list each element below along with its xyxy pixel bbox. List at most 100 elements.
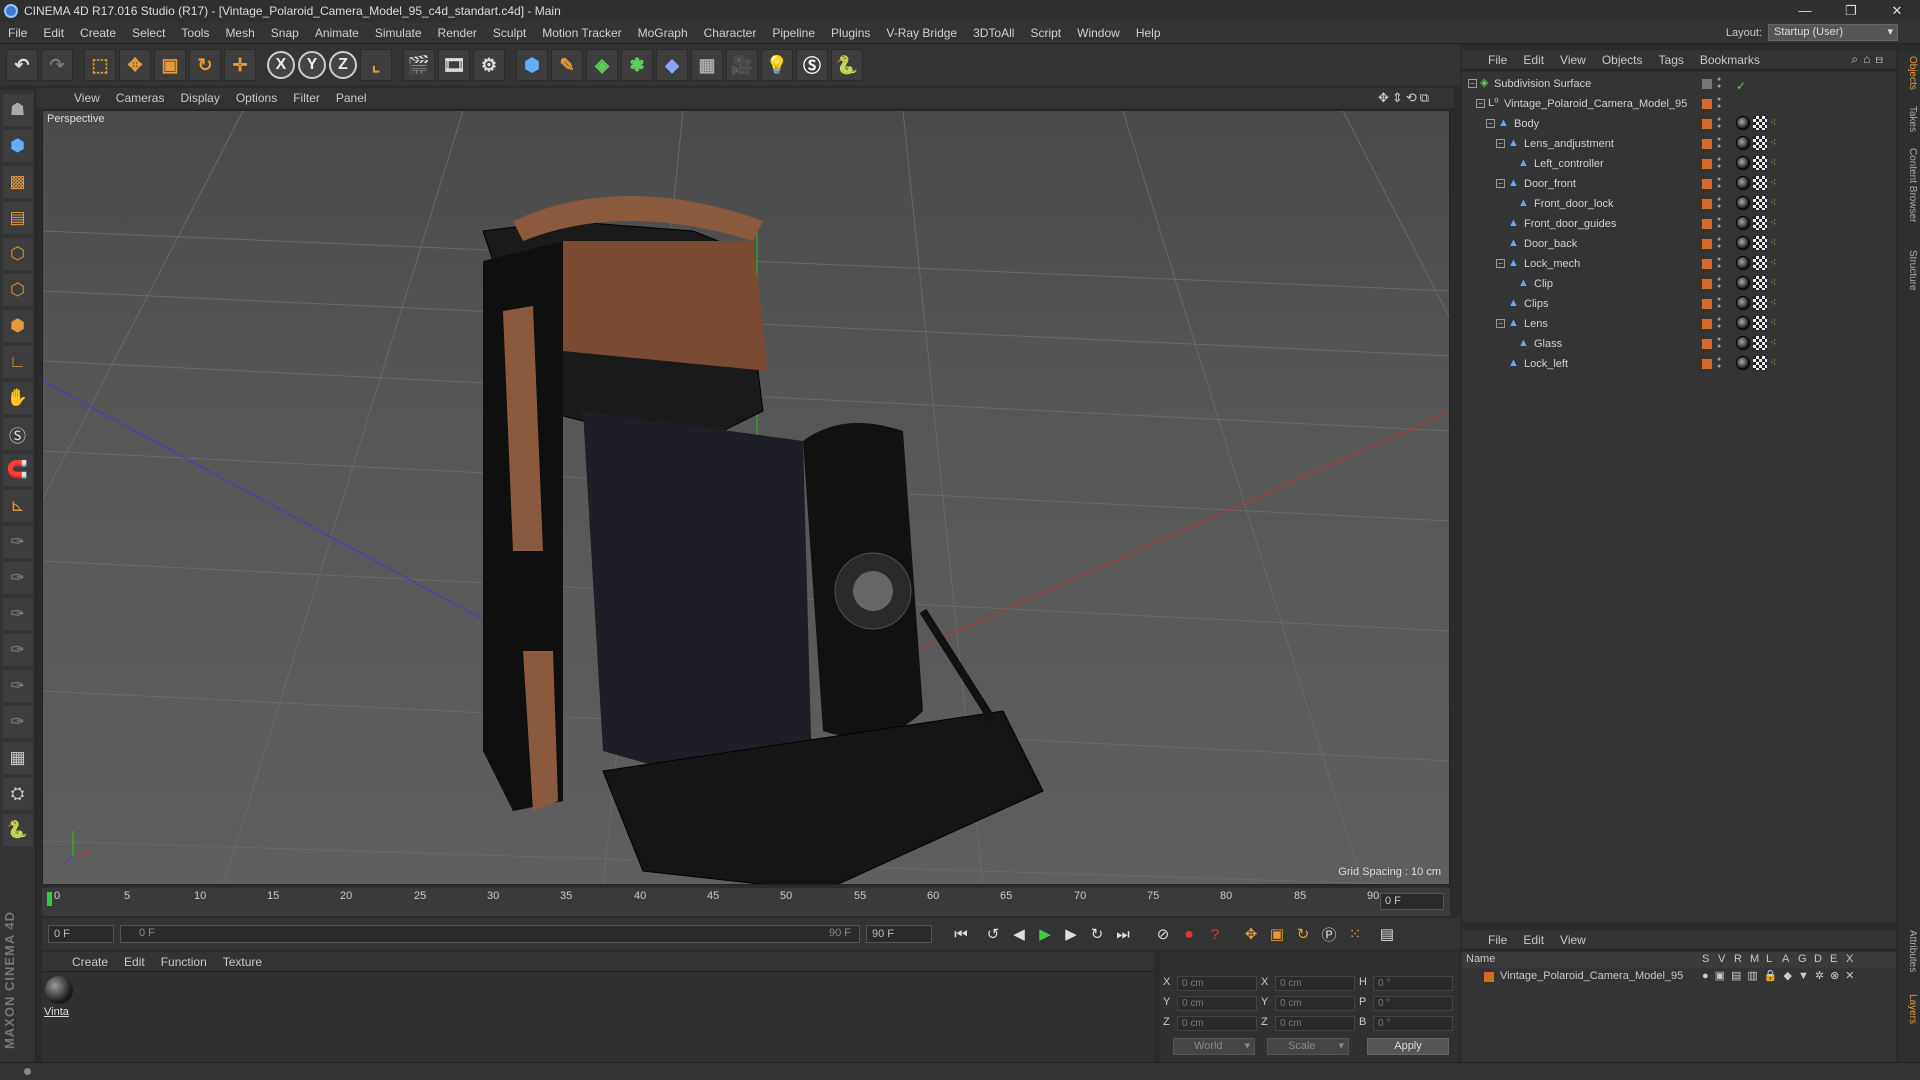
minimize-button[interactable]: — xyxy=(1782,0,1828,22)
layer-color-swatch[interactable] xyxy=(1702,299,1712,309)
start-frame-field[interactable]: 0 F xyxy=(48,925,114,943)
layer-color-swatch[interactable] xyxy=(1702,239,1712,249)
rotation-p-field[interactable]: 0 ° xyxy=(1373,996,1453,1011)
material-tag-icon[interactable] xyxy=(1736,336,1750,350)
make-editable-icon[interactable]: ☗ xyxy=(2,94,33,126)
rotation-b-field[interactable]: 0 ° xyxy=(1373,1016,1453,1031)
layer-color-swatch[interactable] xyxy=(1702,259,1712,269)
play-icon[interactable]: ▶ xyxy=(1032,921,1058,947)
visibility-dots-icon[interactable]: ● ● xyxy=(1717,336,1723,350)
phong-tag-icon[interactable]: ⁖ xyxy=(1770,276,1784,290)
object-menu-file[interactable]: File xyxy=(1480,53,1515,67)
uvw-tag-icon[interactable] xyxy=(1753,336,1767,350)
array-icon[interactable]: ❃ xyxy=(621,49,653,81)
phong-tag-icon[interactable]: ⁖ xyxy=(1770,216,1784,230)
layer-color-swatch[interactable] xyxy=(1702,179,1712,189)
playhead-marker[interactable] xyxy=(47,892,52,906)
solo-icon[interactable]: ⛭ xyxy=(2,778,33,810)
workplane-icon[interactable]: ▤ xyxy=(2,202,33,234)
viewport-menu-display[interactable]: Display xyxy=(172,91,227,105)
tree-row-subdivision-surface[interactable]: − ◈ Subdivision Surface ● ● ✓ xyxy=(1462,74,1896,94)
uvw-tag-icon[interactable] xyxy=(1753,176,1767,190)
python-icon[interactable]: 🐍 xyxy=(831,49,863,81)
viewport-menu-options[interactable]: Options xyxy=(228,91,285,105)
tab-takes[interactable]: Takes xyxy=(1900,106,1918,132)
polygons-mode-icon[interactable]: ⬢ xyxy=(2,310,33,342)
timeline-settings-icon[interactable]: ▤ xyxy=(1374,921,1400,947)
frame-range-slider[interactable]: 0 F 90 F xyxy=(120,925,860,943)
collapse-icon[interactable]: − xyxy=(1486,119,1495,128)
layer-color-swatch[interactable] xyxy=(1702,319,1712,329)
tab-objects[interactable]: Objects xyxy=(1900,56,1918,90)
layer-flags-icons[interactable]: ●▣▤▥🔒◆▼✲⊗✕ xyxy=(1702,969,1861,982)
material-preview-sphere-icon[interactable] xyxy=(45,976,73,1004)
menu-sculpt[interactable]: Sculpt xyxy=(485,22,534,44)
cube-primitive-icon[interactable]: ⬢ xyxy=(516,49,548,81)
menu-file[interactable]: File xyxy=(0,22,35,44)
uvw-tag-icon[interactable] xyxy=(1753,356,1767,370)
collapse-icon[interactable]: − xyxy=(1496,319,1505,328)
tree-row-left-controller[interactable]: ▲ Left_controller ● ● ⁖ xyxy=(1462,154,1896,174)
visibility-dots-icon[interactable]: ● ● xyxy=(1717,196,1723,210)
menu-snap[interactable]: Snap xyxy=(263,22,307,44)
uvw-tag-icon[interactable] xyxy=(1753,276,1767,290)
uvw-tag-icon[interactable] xyxy=(1753,236,1767,250)
redo-icon[interactable]: ↷ xyxy=(41,49,73,81)
material-tag-icon[interactable] xyxy=(1736,196,1750,210)
deformer-icon[interactable]: ◆ xyxy=(656,49,688,81)
material-menu-edit[interactable]: Edit xyxy=(116,955,153,969)
move-icon[interactable]: ✥ xyxy=(119,49,151,81)
phong-tag-icon[interactable]: ⁖ xyxy=(1770,356,1784,370)
axis-z-lock-button[interactable]: Z xyxy=(329,51,357,79)
collapse-icon[interactable]: − xyxy=(1496,179,1505,188)
visibility-dots-icon[interactable]: ● ● xyxy=(1717,296,1723,310)
collapse-icon[interactable]: − xyxy=(1476,99,1485,108)
tab-structure[interactable]: Structure xyxy=(1900,250,1918,291)
object-menu-view[interactable]: View xyxy=(1552,53,1594,67)
tree-row-front-door-guides[interactable]: ▲ Front_door_guides ● ● ⁖ xyxy=(1462,214,1896,234)
rotation-h-field[interactable]: 0 ° xyxy=(1373,976,1453,991)
coord-world-select[interactable]: World xyxy=(1173,1038,1255,1055)
material-tag-icon[interactable] xyxy=(1736,236,1750,250)
visibility-dots-icon[interactable]: ● ● xyxy=(1717,156,1723,170)
visibility-dots-icon[interactable]: ● ● xyxy=(1717,136,1723,150)
menu-simulate[interactable]: Simulate xyxy=(367,22,430,44)
uvw-tag-icon[interactable] xyxy=(1753,296,1767,310)
transform-icon[interactable]: ✛ xyxy=(224,49,256,81)
phong-tag-icon[interactable]: ⁖ xyxy=(1770,336,1784,350)
magnet-icon[interactable]: 🧲 xyxy=(2,454,33,486)
key-position-icon[interactable]: ✥ xyxy=(1238,921,1264,947)
object-menu-tags[interactable]: Tags xyxy=(1651,53,1692,67)
visibility-dots-icon[interactable]: ● ● xyxy=(1717,76,1723,90)
tree-row-lock-mech[interactable]: − ▲ Lock_mech ● ● ⁖ xyxy=(1462,254,1896,274)
tree-row-front-door-lock[interactable]: ▲ Front_door_lock ● ● ⁖ xyxy=(1462,194,1896,214)
viewport-menu-cameras[interactable]: Cameras xyxy=(108,91,173,105)
material-tag-icon[interactable] xyxy=(1736,176,1750,190)
floor-icon[interactable]: ▦ xyxy=(691,49,723,81)
axis-x-lock-button[interactable]: X xyxy=(267,51,295,79)
menu-help[interactable]: Help xyxy=(1128,22,1169,44)
collapse-icon[interactable]: − xyxy=(1468,79,1477,88)
size-x-field[interactable]: 0 cm xyxy=(1275,976,1355,991)
material-menu-create[interactable]: Create xyxy=(64,955,116,969)
render-picture-viewer-icon[interactable]: 🎞 xyxy=(438,49,470,81)
visibility-dots-icon[interactable]: ● ● xyxy=(1717,176,1723,190)
size-y-field[interactable]: 0 cm xyxy=(1275,996,1355,1011)
pen-spline-icon[interactable]: ✎ xyxy=(551,49,583,81)
tree-row-door-back[interactable]: ▲ Door_back ● ● ⁖ xyxy=(1462,234,1896,254)
previous-frame-icon[interactable]: ◀ xyxy=(1006,921,1032,947)
camera-icon[interactable]: 🎥 xyxy=(726,49,758,81)
end-frame-field[interactable]: 90 F xyxy=(866,925,932,943)
visibility-dots-icon[interactable]: ● ● xyxy=(1717,356,1723,370)
menu-render[interactable]: Render xyxy=(430,22,485,44)
current-frame-field[interactable]: 0 F xyxy=(1380,893,1444,910)
menu-mograph[interactable]: MoGraph xyxy=(630,22,696,44)
layer-color-swatch[interactable] xyxy=(1702,139,1712,149)
viewport-navigation-icons[interactable]: ✥⇕⟲⧉ xyxy=(1378,90,1432,106)
key-pla-icon[interactable]: ⁙ xyxy=(1342,921,1368,947)
visibility-dots-icon[interactable]: ● ● xyxy=(1717,116,1723,130)
layer-color-swatch[interactable] xyxy=(1702,119,1712,129)
menu-vray-bridge[interactable]: V-Ray Bridge xyxy=(878,22,965,44)
enabled-check-icon[interactable]: ✓ xyxy=(1736,76,1750,93)
menu-pipeline[interactable]: Pipeline xyxy=(764,22,823,44)
